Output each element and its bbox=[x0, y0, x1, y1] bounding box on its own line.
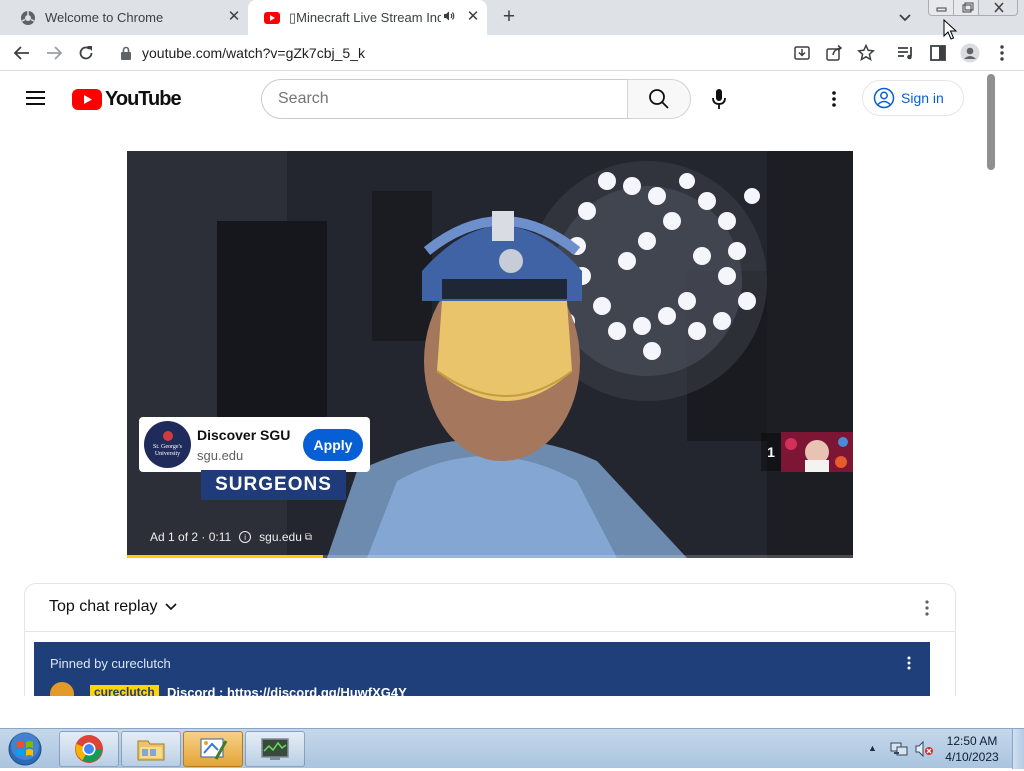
tab-minecraft-live-stream[interactable]: ▯Minecraft Live Stream Indie ✕ bbox=[248, 0, 487, 35]
youtube-wordmark: YouTube bbox=[105, 87, 182, 110]
window-minimize-button[interactable] bbox=[928, 0, 954, 16]
mouse-cursor-icon bbox=[943, 19, 957, 40]
pinned-more-icon[interactable] bbox=[904, 654, 914, 672]
live-chat-panel: Top chat replay Pinned by cureclutch cur… bbox=[24, 583, 956, 696]
reload-icon[interactable] bbox=[76, 43, 96, 63]
chrome-globe-icon bbox=[20, 10, 36, 26]
settings-more-icon[interactable] bbox=[822, 86, 846, 112]
task-manager-icon bbox=[261, 738, 289, 760]
back-arrow-icon[interactable] bbox=[12, 43, 32, 63]
external-link-icon[interactable]: ⧉ bbox=[305, 532, 312, 543]
close-tab-icon[interactable]: ✕ bbox=[465, 9, 481, 25]
ad-title: Discover SGU bbox=[197, 427, 291, 443]
windows-logo-icon bbox=[8, 732, 42, 766]
chevron-down-icon bbox=[164, 603, 177, 611]
windows-taskbar: ▲ 12:50 AM 4/10/2023 bbox=[0, 728, 1024, 769]
start-button[interactable] bbox=[6, 732, 44, 766]
window-close-button[interactable] bbox=[978, 0, 1018, 16]
search-icon bbox=[649, 89, 669, 109]
ad-progress-bar[interactable] bbox=[127, 555, 853, 558]
network-icon[interactable] bbox=[890, 740, 908, 758]
bookmark-star-icon[interactable] bbox=[856, 43, 876, 63]
browser-tab-strip: Welcome to Chrome ✕ ▯Minecraft Live Stre… bbox=[0, 0, 1024, 35]
new-tab-button[interactable]: + bbox=[498, 6, 520, 28]
search-input[interactable] bbox=[278, 89, 608, 109]
youtube-play-logo-icon bbox=[72, 88, 102, 110]
pinned-by-label: Pinned by cureclutch bbox=[50, 656, 171, 671]
next-ad-thumbnail[interactable] bbox=[781, 432, 853, 472]
paint-icon bbox=[200, 738, 228, 760]
sgu-crest-icon bbox=[162, 431, 173, 441]
forward-arrow-icon[interactable] bbox=[44, 43, 64, 63]
microphone-icon bbox=[712, 89, 726, 109]
pinned-message-text[interactable]: Discord : https://discord.gg/HuwfXG4Y bbox=[167, 685, 407, 696]
window-restore-button[interactable] bbox=[953, 0, 979, 16]
youtube-favicon-icon bbox=[264, 10, 280, 26]
sign-in-button[interactable]: Sign in bbox=[862, 80, 964, 116]
show-hidden-icons-icon[interactable]: ▲ bbox=[868, 743, 877, 753]
account-circle-icon bbox=[873, 87, 895, 109]
search-box bbox=[261, 79, 628, 119]
clock-date: 4/10/2023 bbox=[945, 750, 999, 764]
address-bar[interactable]: youtube.com/watch?v=gZk7cbj_5_k bbox=[110, 38, 886, 68]
file-explorer-icon bbox=[137, 740, 165, 761]
system-clock[interactable]: 12:50 AM 4/10/2023 bbox=[942, 733, 1002, 765]
side-panel-icon[interactable] bbox=[928, 43, 948, 63]
video-overlay-text: SURGEONS bbox=[201, 470, 346, 500]
taskbar-paint-button[interactable] bbox=[183, 731, 243, 767]
media-controls-icon[interactable] bbox=[896, 43, 916, 63]
sgu-logo-line-1: St. George's bbox=[153, 444, 182, 450]
taskbar-file-explorer-button[interactable] bbox=[121, 731, 181, 767]
url-text[interactable]: youtube.com/watch?v=gZk7cbj_5_k bbox=[142, 45, 365, 61]
ad-domain: sgu.edu bbox=[197, 448, 244, 463]
tab-title: ▯Minecraft Live Stream Indie bbox=[289, 9, 441, 25]
ad-status-text: Ad 1 of 2 · 0:11 bbox=[150, 530, 232, 544]
chrome-icon bbox=[75, 735, 103, 763]
page-scrollbar[interactable] bbox=[984, 72, 1000, 696]
video-player[interactable]: St. George's University Discover SGU sgu… bbox=[127, 151, 853, 558]
clock-time: 12:50 AM bbox=[946, 734, 998, 748]
ad-link[interactable]: sgu.edu bbox=[259, 530, 302, 544]
taskbar-chrome-button[interactable] bbox=[59, 731, 119, 767]
chrome-menu-icon[interactable] bbox=[992, 43, 1012, 63]
ad-progress-fill bbox=[127, 555, 324, 558]
pinned-message-banner[interactable]: Pinned by cureclutch cureclutch Discord … bbox=[34, 642, 930, 696]
ad-overlay-card[interactable]: St. George's University Discover SGU sgu… bbox=[139, 417, 370, 472]
scrollbar-thumb[interactable] bbox=[987, 74, 995, 170]
ad-info-bar: Ad 1 of 2 · 0:11 i sgu.edu ⧉ bbox=[150, 530, 312, 544]
youtube-masthead: YouTube Sign in bbox=[0, 72, 984, 128]
profile-avatar-icon[interactable] bbox=[960, 43, 980, 63]
avatar[interactable] bbox=[50, 682, 74, 696]
audio-playing-icon[interactable] bbox=[443, 10, 455, 25]
lock-icon[interactable] bbox=[120, 46, 132, 60]
close-tab-icon[interactable]: ✕ bbox=[226, 9, 242, 25]
ad-info-icon[interactable]: i bbox=[239, 531, 252, 543]
browser-toolbar: youtube.com/watch?v=gZk7cbj_5_k bbox=[0, 35, 1024, 71]
ad-apply-button[interactable]: Apply bbox=[303, 429, 363, 461]
youtube-logo[interactable]: YouTube bbox=[72, 87, 182, 111]
chat-header: Top chat replay bbox=[25, 584, 955, 632]
sign-in-label: Sign in bbox=[901, 90, 944, 106]
share-icon[interactable] bbox=[824, 43, 844, 63]
pinned-author-badge[interactable]: cureclutch bbox=[90, 685, 159, 696]
streamer-thumbnail-image bbox=[781, 432, 853, 472]
chat-mode-dropdown[interactable]: Top chat replay bbox=[49, 598, 177, 616]
hamburger-menu-icon[interactable] bbox=[26, 90, 46, 106]
chat-mode-label: Top chat replay bbox=[49, 598, 158, 615]
ad-queue-count: 1 bbox=[761, 433, 781, 471]
sgu-logo: St. George's University bbox=[144, 421, 191, 468]
chat-more-icon[interactable] bbox=[921, 598, 933, 618]
search-button[interactable] bbox=[627, 79, 691, 119]
volume-muted-icon[interactable] bbox=[914, 740, 934, 758]
install-app-icon[interactable] bbox=[792, 43, 812, 63]
voice-search-button[interactable] bbox=[704, 84, 734, 114]
taskbar-task-manager-button[interactable] bbox=[245, 731, 305, 767]
tab-search-chevron-icon[interactable] bbox=[896, 8, 914, 26]
tab-welcome-to-chrome[interactable]: Welcome to Chrome ✕ bbox=[4, 0, 248, 35]
sgu-logo-line-2: University bbox=[154, 451, 181, 457]
show-desktop-button[interactable] bbox=[1012, 729, 1024, 769]
tab-title: Welcome to Chrome bbox=[45, 10, 164, 25]
